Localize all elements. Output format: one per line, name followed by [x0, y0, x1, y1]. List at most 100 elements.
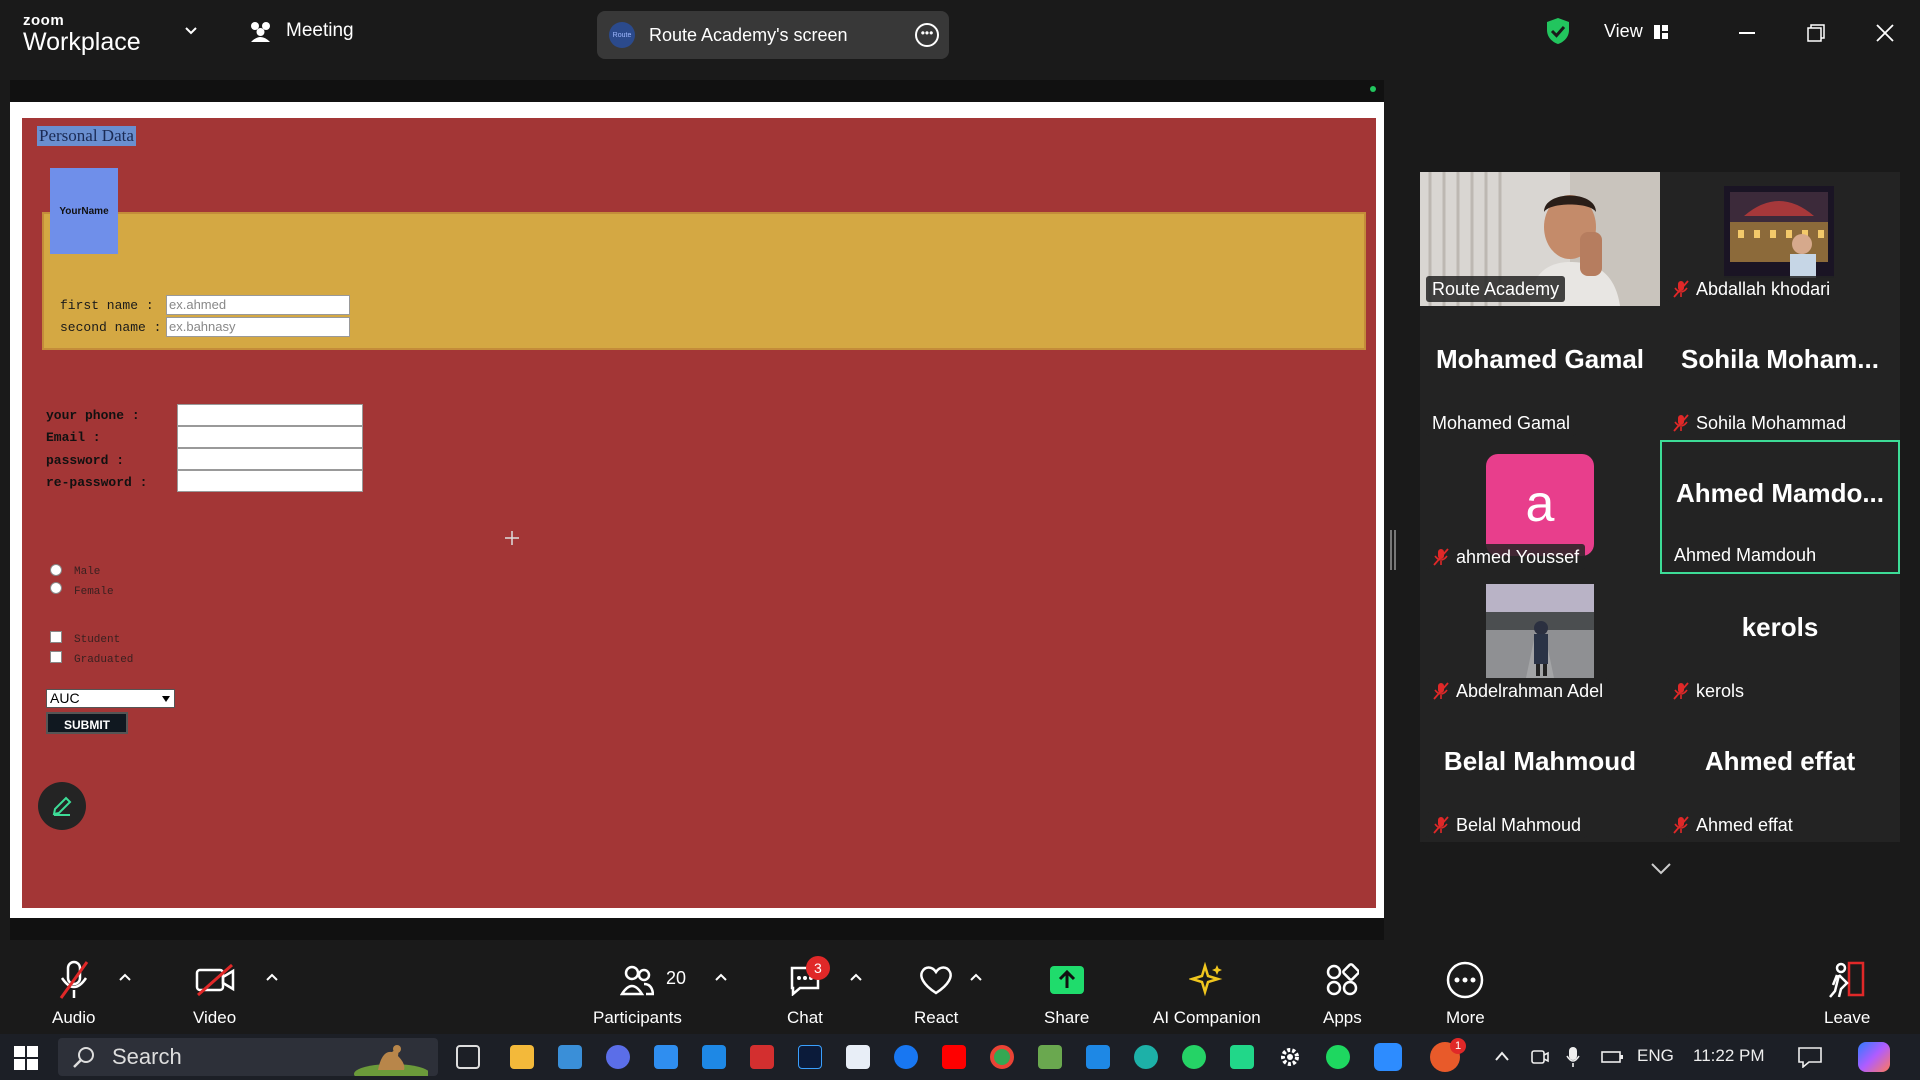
- language-indicator[interactable]: ENG: [1637, 1046, 1674, 1066]
- student-checkbox[interactable]: [50, 631, 62, 643]
- youtube-icon[interactable]: [942, 1045, 966, 1069]
- participant-name-tag: Ahmed Mamdouh: [1668, 542, 1823, 568]
- microphone-tray-icon[interactable]: [1566, 1046, 1580, 1068]
- clock[interactable]: 11:22 PM: [1693, 1046, 1765, 1066]
- password-label: password :: [46, 453, 125, 468]
- participant-tile[interactable]: Route Academy: [1420, 172, 1660, 306]
- apps-icon: [1327, 963, 1360, 996]
- view-button[interactable]: View: [1604, 21, 1669, 42]
- participant-tile-active-speaker[interactable]: Ahmed Mamdo... Ahmed Mamdouh: [1660, 440, 1900, 574]
- repassword-input[interactable]: [177, 470, 363, 492]
- audio-button[interactable]: Audio: [52, 958, 95, 1028]
- participant-tile[interactable]: Sohila Moham... Sohila Mohammad: [1660, 306, 1900, 440]
- participants-options-caret-icon[interactable]: [714, 972, 728, 982]
- submit-button[interactable]: SUBMIT: [46, 712, 128, 734]
- participant-tile[interactable]: Abdallah khodari: [1660, 172, 1900, 306]
- tray-chevron-up-icon[interactable]: [1494, 1050, 1510, 1062]
- pdf-reader-icon[interactable]: [750, 1045, 774, 1069]
- edge-icon[interactable]: [1134, 1045, 1158, 1069]
- photoshop-icon[interactable]: [798, 1045, 822, 1069]
- restore-button[interactable]: [1801, 18, 1831, 48]
- settings-icon[interactable]: [1278, 1045, 1302, 1069]
- gear-icon: [1281, 1048, 1299, 1066]
- calendar-app-icon[interactable]: [702, 1045, 726, 1069]
- share-button[interactable]: Share: [1044, 958, 1089, 1028]
- notepad-icon[interactable]: [846, 1045, 870, 1069]
- chat-button[interactable]: 3 Chat: [787, 956, 830, 1028]
- copilot-icon[interactable]: [1858, 1042, 1890, 1072]
- email-label: Email :: [46, 430, 101, 445]
- clion-icon[interactable]: [1230, 1045, 1254, 1069]
- security-shield-icon[interactable]: [1546, 17, 1570, 45]
- panel-resize-handle[interactable]: [1390, 530, 1396, 570]
- task-view-icon[interactable]: [456, 1045, 480, 1069]
- chevron-down-icon[interactable]: [184, 24, 198, 38]
- male-radio[interactable]: [50, 564, 62, 576]
- apps-button[interactable]: Apps: [1323, 958, 1362, 1028]
- email-input[interactable]: [177, 426, 363, 448]
- vscode-icon[interactable]: [1086, 1045, 1110, 1069]
- chrome-icon[interactable]: [990, 1045, 1014, 1069]
- phone-input[interactable]: [177, 404, 363, 426]
- more-button[interactable]: More: [1446, 958, 1485, 1028]
- shared-screen-indicator[interactable]: Route Route Academy's screen •••: [597, 11, 949, 59]
- participant-tile[interactable]: Mohamed Gamal Mohamed Gamal: [1420, 306, 1660, 440]
- taskbar-search[interactable]: Search: [58, 1038, 438, 1076]
- participant-tile[interactable]: Abdelrahman Adel: [1420, 574, 1660, 708]
- route-academy-logo: Route: [609, 22, 635, 48]
- battery-icon[interactable]: [1600, 1048, 1624, 1066]
- notification-badge: 1: [1450, 1038, 1466, 1054]
- chat-badge: 3: [805, 956, 830, 980]
- video-options-caret-icon[interactable]: [265, 972, 279, 982]
- more-icon: [1447, 961, 1484, 999]
- password-input[interactable]: [177, 448, 363, 470]
- audio-options-caret-icon[interactable]: [118, 972, 132, 982]
- university-select-value: AUC: [50, 690, 80, 706]
- muted-mic-icon: [1673, 280, 1689, 298]
- spotify-icon[interactable]: [1326, 1045, 1350, 1069]
- more-options-icon[interactable]: •••: [915, 23, 939, 47]
- annotate-button[interactable]: [38, 782, 86, 830]
- participant-tile[interactable]: Ahmed effat Ahmed effat: [1660, 708, 1900, 842]
- second-name-input[interactable]: ex.bahnasy: [166, 317, 350, 337]
- participant-name: Belal Mahmoud: [1456, 815, 1582, 835]
- female-radio[interactable]: [50, 582, 62, 594]
- zoom-logo-workplace: Workplace: [23, 28, 141, 56]
- participant-avatar: a: [1486, 454, 1594, 556]
- second-name-label: second name :: [60, 320, 162, 335]
- app-icon[interactable]: [654, 1045, 678, 1069]
- university-select[interactable]: AUC: [46, 689, 175, 708]
- participant-tile[interactable]: kerols kerols: [1660, 574, 1900, 708]
- weather-icon[interactable]: 1: [1430, 1038, 1466, 1072]
- participant-name-tag: Route Academy: [1426, 276, 1566, 302]
- participant-tile[interactable]: Belal Mahmoud Belal Mahmoud: [1420, 708, 1660, 842]
- react-button[interactable]: React: [914, 958, 958, 1028]
- participant-tile[interactable]: a ahmed Youssef: [1420, 440, 1660, 574]
- store-icon[interactable]: [558, 1045, 582, 1069]
- participant-big-name: kerols: [1741, 612, 1819, 642]
- video-button[interactable]: Video: [193, 958, 236, 1028]
- first-name-input[interactable]: ex.ahmed: [166, 295, 350, 315]
- copilot-app-icon[interactable]: [606, 1045, 630, 1069]
- chat-options-caret-icon[interactable]: [849, 972, 863, 982]
- ai-companion-button[interactable]: AI Companion: [1153, 958, 1261, 1028]
- share-label: Share: [1044, 1008, 1090, 1027]
- close-button[interactable]: [1870, 18, 1900, 48]
- zoom-taskbar-icon[interactable]: [1374, 1043, 1402, 1071]
- meet-now-icon[interactable]: [1530, 1047, 1550, 1067]
- minimize-button[interactable]: [1732, 18, 1762, 48]
- file-explorer-icon[interactable]: [510, 1045, 534, 1069]
- windows-start-icon[interactable]: [14, 1046, 38, 1070]
- notifications-icon[interactable]: [1797, 1046, 1823, 1068]
- whatsapp-icon[interactable]: [1182, 1045, 1206, 1069]
- kangaroo-search-highlight-icon: [354, 1045, 428, 1076]
- meeting-button[interactable]: Meeting: [248, 20, 354, 42]
- leave-button[interactable]: Leave: [1824, 958, 1870, 1028]
- react-options-caret-icon[interactable]: [969, 972, 983, 982]
- audio-label: Audio: [52, 1008, 96, 1027]
- snipping-tool-icon[interactable]: [1038, 1045, 1062, 1069]
- gallery-next-page-icon[interactable]: [1650, 862, 1672, 876]
- muted-mic-icon: [1673, 414, 1689, 432]
- graduated-checkbox[interactable]: [50, 651, 62, 663]
- facebook-icon[interactable]: [894, 1045, 918, 1069]
